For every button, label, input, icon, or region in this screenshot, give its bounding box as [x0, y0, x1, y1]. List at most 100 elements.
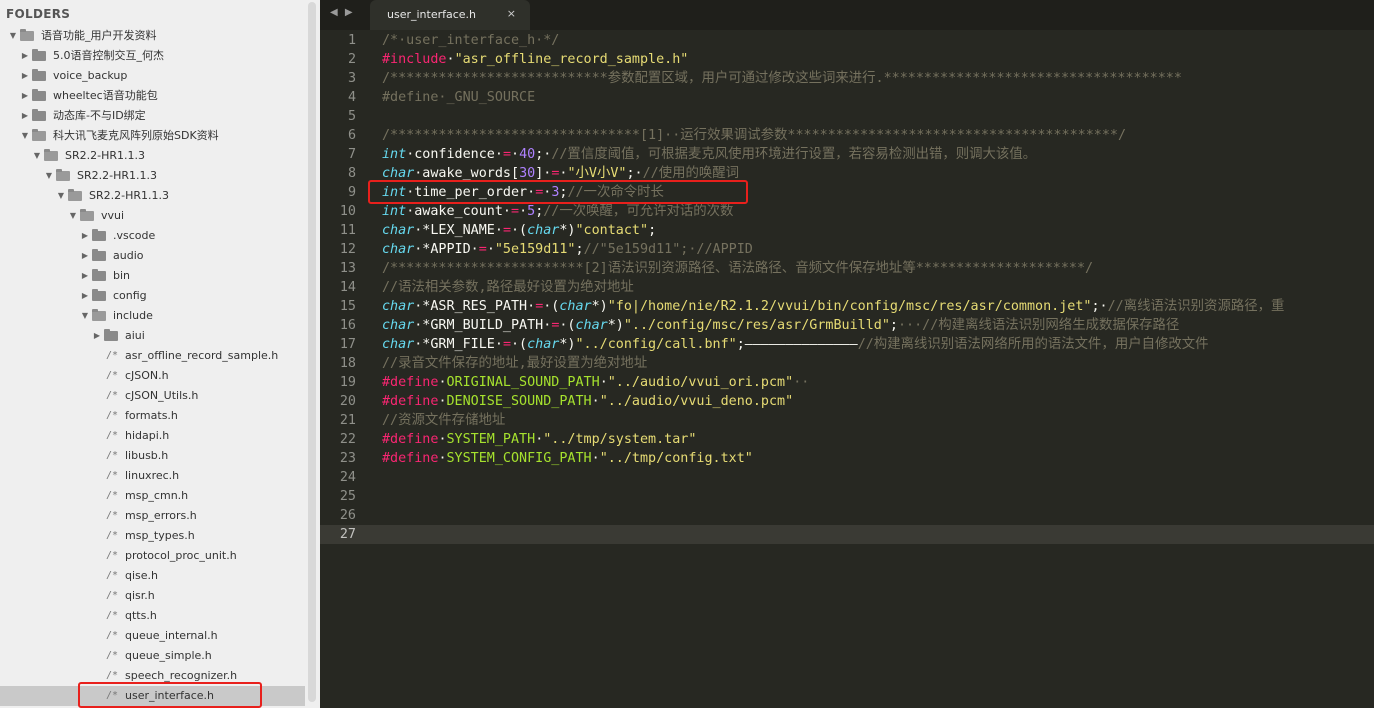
code-token: ···//构建离线语法识别网络生成数据保存路径 — [897, 318, 1180, 333]
code-line[interactable]: 2 #include·"asr_offline_record_sample.h" — [320, 50, 1374, 69]
code-token: #define — [382, 394, 439, 409]
code-line[interactable]: 3 /***************************参数配置区域，用户可通… — [320, 69, 1374, 88]
sidebar-scrollbar[interactable] — [308, 2, 316, 702]
code-line[interactable]: 10 int·awake_count·=·5;//一次唤醒，可允许对话的次数 — [320, 202, 1374, 221]
code-token: "小V小V" — [567, 166, 627, 181]
code-line[interactable]: 15 char·*ASR_RES_PATH·=·(char*)"fo|/home/… — [320, 297, 1374, 316]
tree-file[interactable]: /* linuxrec.h — [0, 466, 305, 486]
line-number: 17 — [339, 337, 356, 352]
chevron-down-icon[interactable]: ▼ — [56, 186, 66, 206]
chevron-right-icon[interactable]: ▶ — [92, 326, 102, 346]
code-token: · — [519, 204, 528, 219]
code-line[interactable]: 17 char·*GRM_FILE·=·(char*)"../config/cal… — [320, 335, 1374, 354]
code-token: //录音文件保存的地址,最好设置为绝对地址 — [382, 356, 648, 371]
tree-folder[interactable]: ▶ 动态库-不与ID绑定 — [0, 106, 305, 126]
code-line[interactable]: 21 //资源文件存储地址 — [320, 411, 1374, 430]
tree-item-label: qise.h — [125, 569, 159, 582]
code-line[interactable]: 4 #define·_GNU_SOURCE — [320, 88, 1374, 107]
line-number: 12 — [339, 242, 356, 257]
code-line[interactable]: 23 #define·SYSTEM_CONFIG_PATH·"../tmp/con… — [320, 449, 1374, 468]
folder-icon — [92, 289, 106, 301]
tree-file[interactable]: /* qisr.h — [0, 586, 305, 606]
tree-item-label: msp_types.h — [125, 529, 195, 542]
tree-file[interactable]: /* cJSON_Utils.h — [0, 386, 305, 406]
code-line[interactable]: 20 #define·DENOISE_SOUND_PATH·"../audio/v… — [320, 392, 1374, 411]
tree-folder[interactable]: ▼ 科大讯飞麦克风阵列原始SDK资料 — [0, 126, 305, 146]
code-line[interactable]: 22 #define·SYSTEM_PATH·"../tmp/system.tar… — [320, 430, 1374, 449]
file-icon: /* — [106, 570, 119, 581]
chevron-right-icon[interactable]: ▶ — [80, 286, 90, 306]
tree-item-label: config — [113, 289, 147, 302]
tree-folder[interactable]: ▼ SR2.2-HR1.1.3 — [0, 186, 305, 206]
tree-file[interactable]: /* formats.h — [0, 406, 305, 426]
tree-file[interactable]: /* queue_internal.h — [0, 626, 305, 646]
tree-file[interactable]: /* qise.h — [0, 566, 305, 586]
nav-forward-icon[interactable]: ▶ — [345, 7, 353, 18]
code-line[interactable]: 11 char·*LEX_NAME·=·(char*)"contact"; — [320, 221, 1374, 240]
tree-folder[interactable]: ▶ voice_backup — [0, 66, 305, 86]
code-line[interactable]: 5 — [320, 107, 1374, 126]
tree-folder[interactable]: ▼ 语音功能_用户开发资料 — [0, 26, 305, 46]
line-number: 21 — [339, 413, 356, 428]
chevron-down-icon[interactable]: ▼ — [32, 146, 42, 166]
nav-back-icon[interactable]: ◀ — [330, 7, 338, 18]
close-icon[interactable]: × — [507, 7, 516, 20]
tree-item-label: 科大讯飞麦克风阵列原始SDK资料 — [53, 129, 219, 142]
tree-file[interactable]: /* msp_types.h — [0, 526, 305, 546]
code-line[interactable]: 24 — [320, 468, 1374, 487]
tree-folder[interactable]: ▼ SR2.2-HR1.1.3 — [0, 166, 305, 186]
chevron-right-icon[interactable]: ▶ — [80, 246, 90, 266]
chevron-down-icon[interactable]: ▼ — [68, 206, 78, 226]
tab-user-interface[interactable]: user_interface.h × — [370, 0, 530, 30]
code-line[interactable]: 27 — [320, 525, 1374, 544]
code-line[interactable]: 14 //语法相关参数,路径最好设置为绝对地址 — [320, 278, 1374, 297]
tree-file[interactable]: /* msp_cmn.h — [0, 486, 305, 506]
tree-file[interactable]: /* protocol_proc_unit.h — [0, 546, 305, 566]
tree-folder[interactable]: ▶ audio — [0, 246, 305, 266]
chevron-right-icon[interactable]: ▶ — [20, 86, 30, 106]
tree-file[interactable]: /* asr_offline_record_sample.h — [0, 346, 305, 366]
tree-folder[interactable]: ▶ aiui — [0, 326, 305, 346]
code-text: //资源文件存储地址 — [382, 411, 505, 430]
code-text: /*·user_interface_h·*/ — [382, 31, 559, 50]
chevron-down-icon[interactable]: ▼ — [44, 166, 54, 186]
tree-folder[interactable]: ▼ include — [0, 306, 305, 326]
tree-file[interactable]: /* libusb.h — [0, 446, 305, 466]
chevron-right-icon[interactable]: ▶ — [80, 266, 90, 286]
tree-folder[interactable]: ▶ .vscode — [0, 226, 305, 246]
code-line[interactable]: 26 — [320, 506, 1374, 525]
tree-file[interactable]: /* msp_errors.h — [0, 506, 305, 526]
chevron-right-icon[interactable]: ▶ — [20, 46, 30, 66]
chevron-down-icon[interactable]: ▼ — [8, 26, 18, 46]
code-token: char — [382, 299, 415, 314]
tree-folder[interactable]: ▼ SR2.2-HR1.1.3 — [0, 146, 305, 166]
code-token: "../tmp/system.tar" — [543, 432, 697, 447]
code-line[interactable]: 7 int·confidence·=·40;·//置信度阈值，可根据麦克风使用环境… — [320, 145, 1374, 164]
tree-file[interactable]: /* cJSON.h — [0, 366, 305, 386]
code-token: DENOISE_SOUND_PATH — [446, 394, 592, 409]
code-editor[interactable]: 1/*·user_interface_h·*/2 #include·"asr_of… — [320, 30, 1374, 708]
chevron-right-icon[interactable]: ▶ — [20, 66, 30, 86]
code-line[interactable]: 19 #define·ORIGINAL_SOUND_PATH·"../audio/… — [320, 373, 1374, 392]
code-line[interactable]: 12 char·*APPID·=·"5e159d11";//"5e159d11";… — [320, 240, 1374, 259]
tree-folder[interactable]: ▶ config — [0, 286, 305, 306]
code-line[interactable]: 25 — [320, 487, 1374, 506]
code-line[interactable]: 18 //录音文件保存的地址,最好设置为绝对地址 — [320, 354, 1374, 373]
tree-folder[interactable]: ▼ vvui — [0, 206, 305, 226]
tree-folder[interactable]: ▶ bin — [0, 266, 305, 286]
tree-folder[interactable]: ▶ wheeltec语音功能包 — [0, 86, 305, 106]
code-line[interactable]: 6 /*******************************[1]··运行… — [320, 126, 1374, 145]
code-token: ;· — [626, 166, 643, 181]
chevron-down-icon[interactable]: ▼ — [80, 306, 90, 326]
code-line[interactable]: 1 /*·user_interface_h·*/ — [320, 31, 1374, 50]
code-token: ; — [889, 318, 898, 333]
chevron-down-icon[interactable]: ▼ — [20, 126, 30, 146]
tree-file[interactable]: /* hidapi.h — [0, 426, 305, 446]
code-line[interactable]: 13 /************************[2]语法识别资源路径、语… — [320, 259, 1374, 278]
tree-folder[interactable]: ▶ 5.0语音控制交互_何杰 — [0, 46, 305, 66]
code-line[interactable]: 16 char·*GRM_BUILD_PATH·=·(char*)"../conf… — [320, 316, 1374, 335]
tree-file[interactable]: /* qtts.h — [0, 606, 305, 626]
chevron-right-icon[interactable]: ▶ — [20, 106, 30, 126]
chevron-right-icon[interactable]: ▶ — [80, 226, 90, 246]
tree-file[interactable]: /* queue_simple.h — [0, 646, 305, 666]
